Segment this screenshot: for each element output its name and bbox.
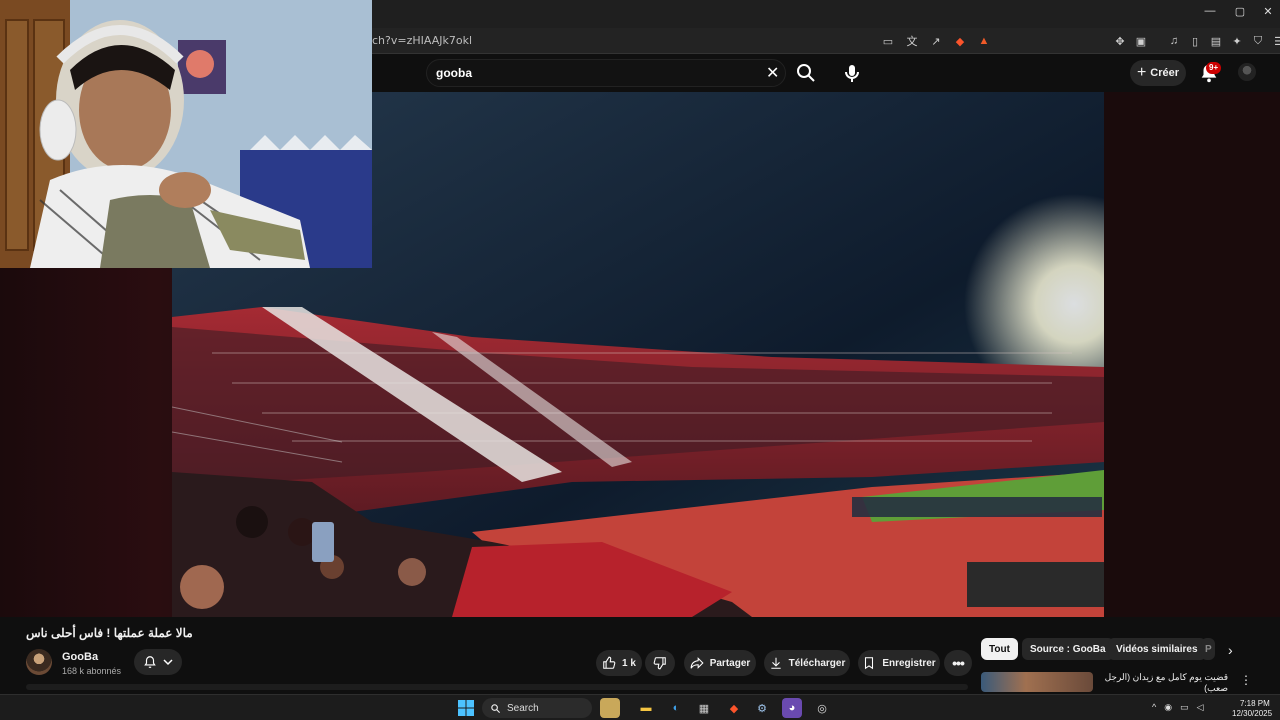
taskbar-search-label: Search (507, 702, 539, 714)
wallet-icon[interactable]: ▤ (1208, 33, 1224, 49)
file-explorer-icon[interactable]: ▬ (636, 698, 656, 718)
brave-rewards-icon[interactable]: ▲ (976, 33, 992, 49)
url-text[interactable]: ch?v=zHIAAJk7okl (372, 34, 472, 47)
streamer-webcam (0, 0, 372, 268)
download-icon (770, 657, 781, 669)
leo-ai-icon[interactable]: ✦ (1229, 33, 1245, 49)
edge-browser-icon[interactable]: ◐ (666, 698, 686, 718)
volume-icon[interactable]: ◁ (1197, 702, 1204, 713)
chevron-right-icon[interactable]: › (1228, 642, 1233, 658)
browser-toolbar-right: ✥ ▣ ♫ ▯ ▤ ✦ ⛉ ☰ (1112, 33, 1280, 49)
maximize-button[interactable]: ▢ (1228, 5, 1252, 21)
taskbar-date[interactable]: 12/30/2025 (1232, 709, 1272, 718)
create-label: Créer (1150, 67, 1180, 79)
brave-browser-icon[interactable]: ◆ (724, 698, 744, 718)
address-bar-actions: ▭ 文 ↗ ◆ ▲ (880, 33, 992, 49)
download-label: Télécharger (788, 657, 846, 669)
translate-icon[interactable]: 文 (904, 33, 920, 49)
save-button[interactable]: Enregistrer (858, 650, 940, 676)
channel-name[interactable]: GooBa (62, 651, 98, 663)
taskbar-time[interactable]: 7:18 PM (1240, 699, 1270, 708)
brave-shield-icon[interactable]: ◆ (952, 33, 968, 49)
steam-icon[interactable]: ⚙ (752, 698, 772, 718)
recommended-video-thumbnail[interactable] (981, 672, 1093, 692)
notification-count-badge: 9+ (1206, 62, 1222, 74)
voice-search-button[interactable] (840, 61, 864, 85)
like-count: 1 k (622, 657, 636, 669)
taskbar-search-icon (491, 703, 501, 713)
vpn-icon[interactable]: ⛉ (1250, 33, 1266, 49)
subscriber-count: 168 k abonnés (62, 666, 122, 676)
music-icon[interactable]: ♫ (1166, 33, 1182, 49)
share-page-icon[interactable]: ↗ (928, 33, 944, 49)
store-icon[interactable]: ▦ (694, 698, 714, 718)
discord-icon[interactable]: ◕ (782, 698, 802, 718)
search-input[interactable] (426, 59, 786, 87)
chip-partial[interactable]: P (1201, 638, 1215, 660)
create-button[interactable]: + Créer (1130, 60, 1186, 86)
bell-outline-icon (144, 656, 156, 668)
share-icon (690, 657, 704, 669)
sidebar-icon[interactable]: ▯ (1187, 33, 1203, 49)
search-icon (797, 64, 815, 82)
tab-manager-icon[interactable]: ▣ (1133, 33, 1149, 49)
recommended-video-title[interactable]: قضيت يوم كامل مع زيدان (الرجل صعب) (1098, 672, 1228, 694)
taskbar-search[interactable]: Search (482, 698, 592, 718)
close-window-button[interactable]: ✕ (1256, 5, 1280, 21)
dislike-button[interactable] (645, 650, 675, 676)
share-button[interactable]: Partager (684, 650, 756, 676)
more-actions-button[interactable]: ••• (944, 650, 972, 676)
thumbs-up-icon (603, 656, 616, 669)
chip-source[interactable]: Source : GooBa (1022, 638, 1114, 660)
tray-chevron-up-icon[interactable]: ^ (1152, 702, 1156, 713)
extensions-icon[interactable]: ✥ (1112, 33, 1128, 49)
widgets-icon[interactable] (600, 698, 620, 718)
system-tray: ^ ◉ ▭ ◁ (1152, 702, 1204, 713)
network-icon[interactable]: ▭ (1180, 702, 1189, 713)
save-playlist-icon (865, 657, 874, 670)
clear-search-icon[interactable]: ✕ (766, 63, 779, 83)
share-label: Partager (709, 657, 751, 669)
account-avatar[interactable] (1238, 63, 1256, 81)
chevron-down-icon (163, 659, 173, 666)
chip-all[interactable]: Tout (981, 638, 1018, 660)
cast-icon[interactable]: ▭ (880, 33, 896, 49)
microphone-icon (845, 65, 859, 82)
download-button[interactable]: Télécharger (764, 650, 850, 676)
video-title: مالا عملة عملتها ! فاس أحلى ناس (26, 626, 193, 640)
page-scroll-region (26, 684, 968, 690)
save-label: Enregistrer (882, 657, 936, 669)
search-button[interactable] (794, 61, 818, 85)
chip-similar-videos[interactable]: Vidéos similaires (1108, 638, 1206, 660)
more-vertical-icon[interactable]: ⋮ (1240, 673, 1252, 687)
webcam-frame (0, 0, 372, 268)
windows-start-icon[interactable] (456, 698, 476, 718)
plus-icon: + (1136, 64, 1147, 81)
subscription-bell-button[interactable] (134, 649, 182, 675)
menu-icon[interactable]: ☰ (1271, 33, 1280, 49)
like-button[interactable]: 1 k (596, 650, 642, 676)
channel-avatar[interactable] (26, 649, 52, 675)
more-horizontal-icon: ••• (952, 655, 965, 671)
thumbs-down-icon (653, 657, 666, 670)
search-query[interactable]: gooba (436, 66, 472, 80)
location-icon[interactable]: ◉ (1164, 702, 1172, 713)
obs-icon[interactable]: ◎ (812, 698, 832, 718)
minimize-button[interactable]: — (1198, 5, 1222, 21)
